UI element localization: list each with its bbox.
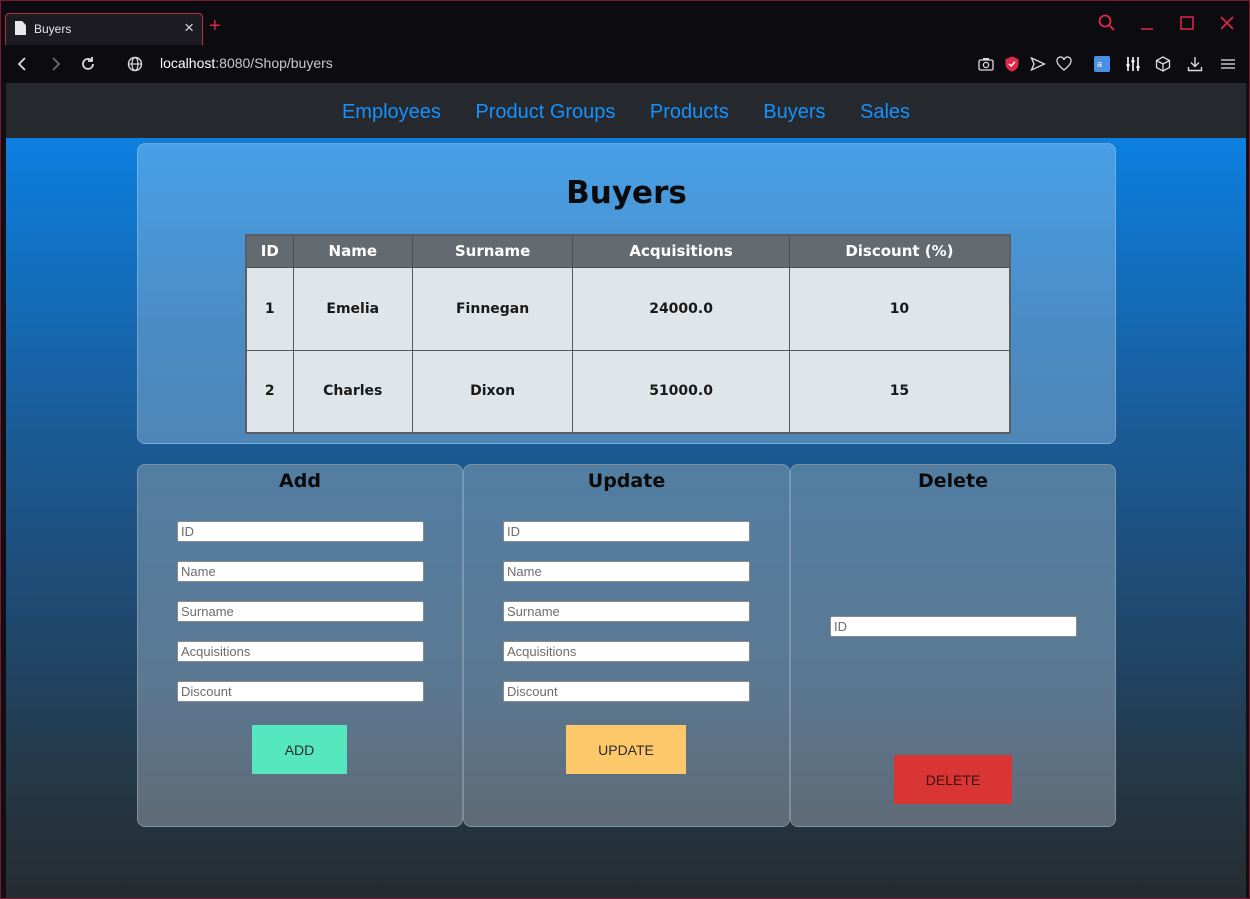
- heart-icon[interactable]: [1055, 55, 1073, 73]
- buyers-panel: Buyers ID Name Surname Acquisitions Disc…: [137, 143, 1116, 444]
- maximize-icon[interactable]: [1175, 11, 1199, 35]
- globe-icon[interactable]: [125, 54, 145, 74]
- add-acquisitions-input[interactable]: [177, 641, 424, 662]
- url-path: :8080/Shop/buyers: [215, 55, 333, 71]
- equalizer-icon[interactable]: [1124, 55, 1142, 73]
- column-header-discount: Discount (%): [788, 234, 1011, 268]
- cell-id: 1: [245, 266, 294, 351]
- translate-icon[interactable]: a: [1093, 55, 1111, 73]
- url-field[interactable]: localhost:8080/Shop/buyers: [160, 55, 333, 71]
- add-surname-input[interactable]: [177, 601, 424, 622]
- add-id-input[interactable]: [177, 521, 424, 542]
- reload-icon[interactable]: [78, 54, 98, 74]
- column-header-name: Name: [292, 234, 413, 268]
- cell-id: 2: [245, 349, 294, 434]
- browser-tab[interactable]: Buyers ×: [5, 13, 203, 45]
- delete-form: Delete DELETE: [790, 464, 1116, 827]
- nav-link-employees[interactable]: Employees: [342, 83, 441, 141]
- camera-icon[interactable]: [977, 55, 995, 73]
- close-window-icon[interactable]: [1215, 11, 1239, 35]
- update-acquisitions-input[interactable]: [503, 641, 750, 662]
- nav-link-sales[interactable]: Sales: [860, 83, 910, 141]
- update-discount-input[interactable]: [503, 681, 750, 702]
- add-form-title: Add: [279, 470, 321, 492]
- browser-window: Buyers × + localhost:8080/Shop/buyers a …: [0, 0, 1250, 899]
- delete-button[interactable]: DELETE: [894, 755, 1012, 804]
- column-header-acquisitions: Acquisitions: [572, 234, 790, 268]
- cell-name: Charles: [292, 349, 413, 434]
- url-host: localhost: [160, 55, 216, 71]
- tab-bar: Buyers × +: [1, 1, 1249, 45]
- document-icon: [15, 21, 26, 35]
- cell-surname: Dixon: [411, 349, 574, 434]
- column-header-id: ID: [245, 234, 294, 268]
- send-icon[interactable]: [1029, 55, 1047, 73]
- update-id-input[interactable]: [503, 521, 750, 542]
- nav-link-buyers[interactable]: Buyers: [763, 83, 825, 141]
- search-icon[interactable]: [1095, 11, 1119, 35]
- cell-discount: 10: [788, 266, 1011, 351]
- delete-form-title: Delete: [917, 470, 989, 492]
- buyers-table: ID Name Surname Acquisitions Discount (%…: [245, 234, 1011, 434]
- update-form-title: Update: [587, 470, 666, 492]
- table-header-row: ID Name Surname Acquisitions Discount (%…: [245, 234, 1011, 268]
- page-viewport: Employees Product Groups Products Buyers…: [6, 83, 1246, 898]
- nav-link-product-groups[interactable]: Product Groups: [475, 83, 615, 141]
- table-row: 2 Charles Dixon 51000.0 15: [245, 349, 1011, 434]
- address-bar: localhost:8080/Shop/buyers a: [1, 45, 1249, 83]
- cell-acquisitions: 51000.0: [572, 349, 790, 434]
- cell-surname: Finnegan: [411, 266, 574, 351]
- cube-icon[interactable]: [1154, 55, 1172, 73]
- update-surname-input[interactable]: [503, 601, 750, 622]
- add-name-input[interactable]: [177, 561, 424, 582]
- page-title: Buyers: [566, 175, 687, 211]
- update-form: Update UPDATE: [463, 464, 790, 827]
- add-discount-input[interactable]: [177, 681, 424, 702]
- update-button[interactable]: UPDATE: [566, 725, 686, 774]
- update-name-input[interactable]: [503, 561, 750, 582]
- tab-title: Buyers: [34, 22, 72, 36]
- column-header-surname: Surname: [411, 234, 574, 268]
- shield-icon[interactable]: [1003, 55, 1021, 73]
- minimize-icon[interactable]: [1135, 11, 1159, 35]
- new-tab-icon[interactable]: +: [209, 15, 221, 37]
- delete-id-input[interactable]: [830, 616, 1077, 637]
- cell-name: Emelia: [292, 266, 413, 351]
- add-button[interactable]: ADD: [252, 725, 347, 774]
- download-icon[interactable]: [1186, 55, 1204, 73]
- table-row: 1 Emelia Finnegan 24000.0 10: [245, 266, 1011, 351]
- svg-text:a: a: [1097, 59, 1102, 69]
- cell-acquisitions: 24000.0: [572, 266, 790, 351]
- back-icon[interactable]: [13, 54, 33, 74]
- add-form: Add ADD: [137, 464, 463, 827]
- top-nav: Employees Product Groups Products Buyers…: [6, 83, 1246, 138]
- cell-discount: 15: [788, 349, 1011, 434]
- menu-icon[interactable]: [1219, 55, 1237, 73]
- close-tab-icon[interactable]: ×: [184, 18, 194, 38]
- nav-link-products[interactable]: Products: [650, 83, 729, 141]
- forward-icon[interactable]: [45, 54, 65, 74]
